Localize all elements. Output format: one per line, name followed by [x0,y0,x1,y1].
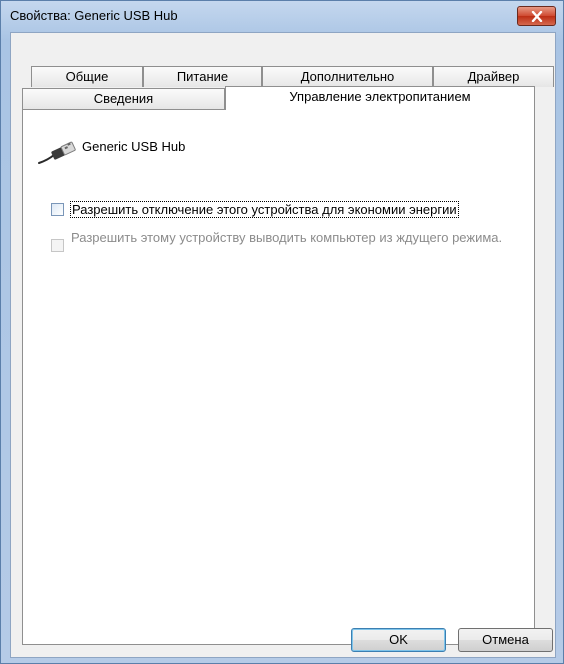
tab-driver[interactable]: Драйвер [433,66,554,87]
title-bar[interactable]: Свойства: Generic USB Hub [1,1,563,31]
allow-turn-off-checkbox[interactable] [51,203,64,216]
ok-button[interactable]: OK [351,628,446,652]
close-button[interactable] [517,6,556,26]
tab-general[interactable]: Общие [31,66,143,87]
device-name: Generic USB Hub [82,139,186,154]
allow-wake-checkbox [51,239,64,252]
cancel-button[interactable]: Отмена [458,628,553,652]
tab-power[interactable]: Питание [143,66,262,87]
tab-power-management[interactable]: Управление электропитанием [225,86,535,110]
allow-turn-off-label[interactable]: Разрешить отключение этого устройства дл… [70,201,459,218]
allow-wake-label: Разрешить этому устройству выводить комп… [71,230,503,245]
window-title: Свойства: Generic USB Hub [10,8,178,23]
close-icon [531,11,543,22]
tab-panel-power-management [22,109,535,645]
usb-plug-icon [37,141,77,172]
properties-window: Свойства: Generic USB Hub Общие Питание … [0,0,564,664]
tab-details[interactable]: Сведения [22,88,225,109]
tab-advanced[interactable]: Дополнительно [262,66,433,87]
